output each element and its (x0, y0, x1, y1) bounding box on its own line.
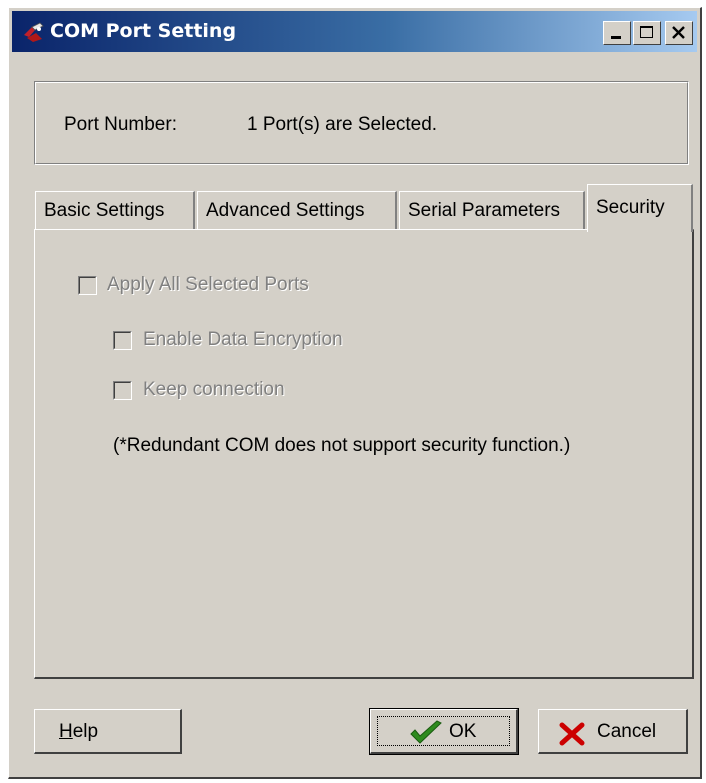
close-icon (672, 26, 685, 39)
apply-all-checkbox[interactable] (78, 276, 97, 295)
apply-all-label: Apply All Selected Ports (107, 274, 309, 295)
minimize-icon (611, 36, 621, 39)
com-port-icon (22, 21, 46, 43)
security-note: (*Redundant COM does not support securit… (113, 435, 571, 456)
tab-label: Security (596, 197, 665, 218)
keep-connection-checkbox[interactable] (113, 381, 132, 400)
enable-encryption-checkbox[interactable] (113, 331, 132, 350)
port-number-label: Port Number: (64, 114, 177, 135)
com-port-setting-window: COM Port Setting Port Number: 1 Port(s) … (8, 7, 702, 779)
enable-encryption-label: Enable Data Encryption (143, 329, 343, 350)
maximize-icon (640, 26, 653, 38)
tab-basic-settings[interactable]: Basic Settings (35, 191, 195, 229)
help-button-label: Help (59, 721, 99, 742)
help-button[interactable]: Help (34, 709, 182, 754)
red-x-icon (559, 722, 585, 746)
tab-label: Advanced Settings (206, 200, 365, 221)
keep-connection-label: Keep connection (143, 379, 285, 400)
title-bar[interactable]: COM Port Setting (12, 11, 697, 52)
port-number-value: 1 Port(s) are Selected. (247, 114, 438, 135)
cancel-button-label: Cancel (597, 721, 657, 742)
maximize-button[interactable] (633, 21, 661, 45)
ok-button-label: OK (449, 721, 477, 742)
port-number-group: Port Number: 1 Port(s) are Selected. (34, 81, 689, 165)
ok-button[interactable]: OK (369, 708, 519, 755)
minimize-button[interactable] (603, 21, 631, 45)
close-button[interactable] (665, 21, 693, 45)
cancel-button[interactable]: Cancel (538, 709, 688, 754)
tab-label: Basic Settings (44, 200, 165, 221)
checkmark-icon (410, 720, 442, 744)
tab-advanced-settings[interactable]: Advanced Settings (197, 191, 397, 229)
tab-serial-parameters[interactable]: Serial Parameters (399, 191, 585, 229)
security-tab-panel: Apply All Selected Ports Enable Data Enc… (34, 229, 694, 679)
tab-label: Serial Parameters (408, 200, 561, 221)
tab-security[interactable]: Security (587, 184, 693, 232)
window-title: COM Port Setting (50, 20, 237, 42)
